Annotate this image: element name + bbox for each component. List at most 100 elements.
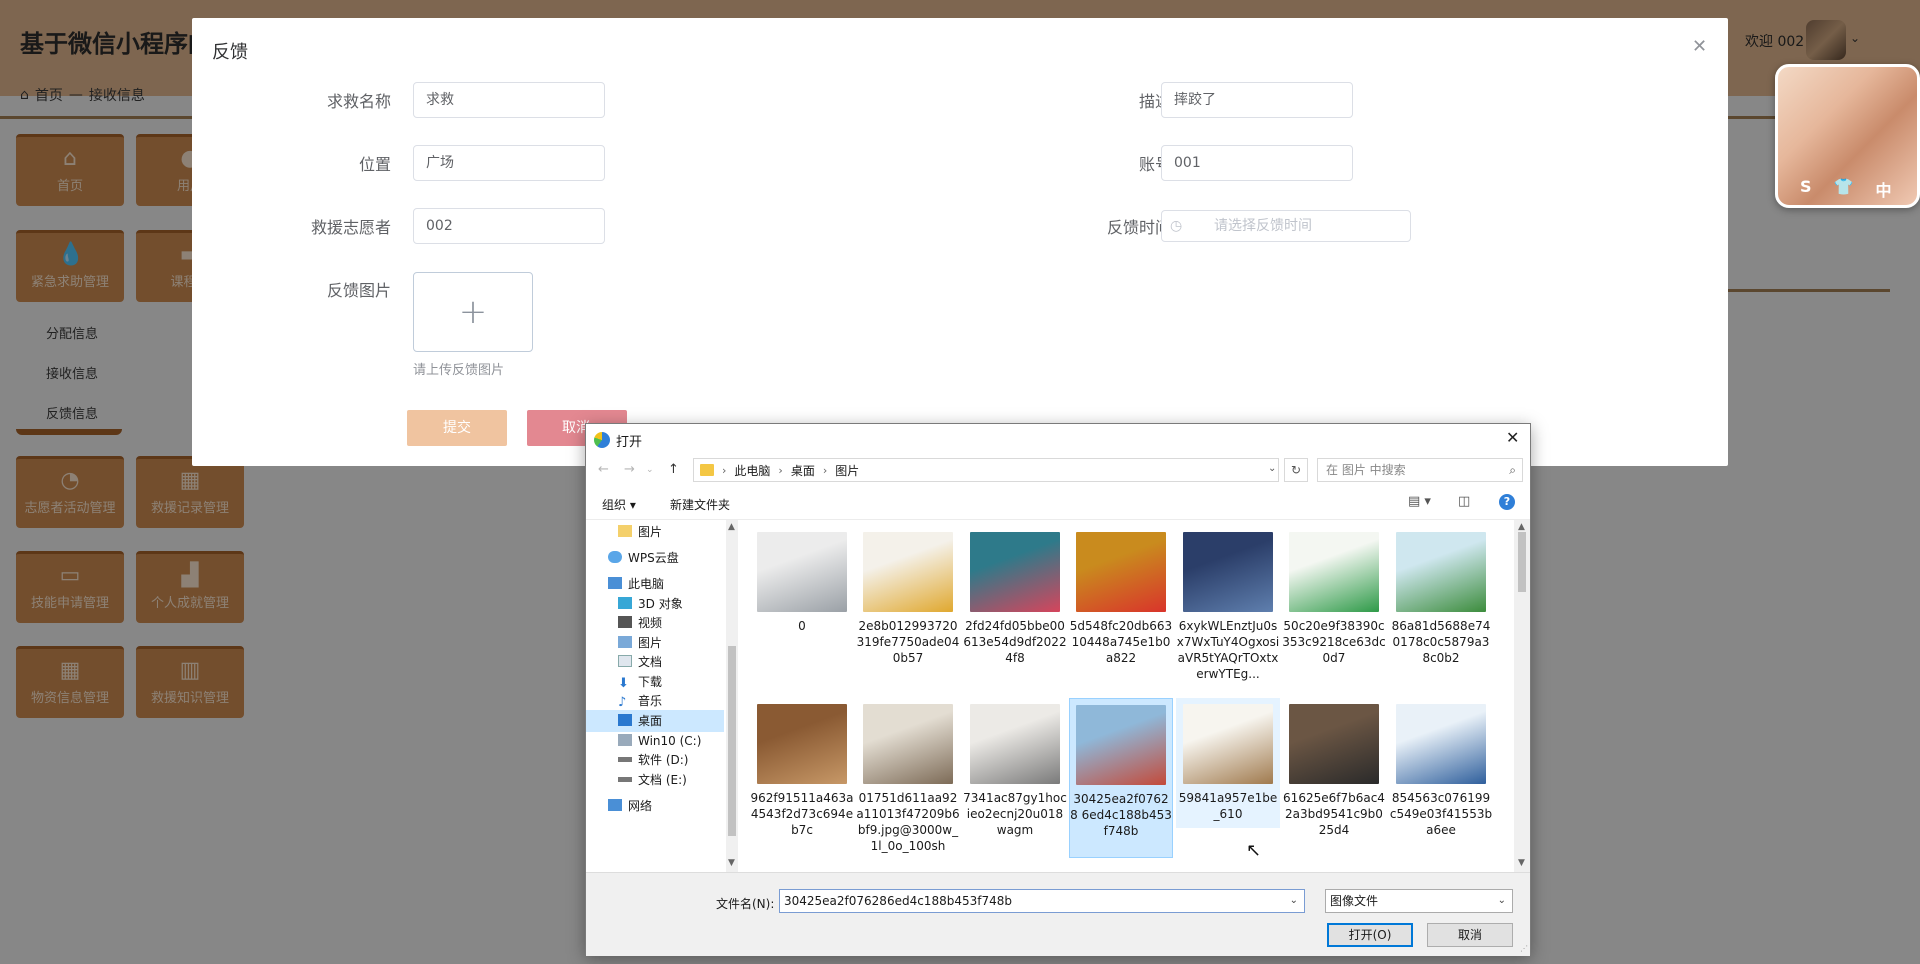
document-icon bbox=[618, 655, 632, 667]
drive-icon bbox=[618, 757, 632, 762]
download-icon: ⬇ bbox=[618, 676, 629, 691]
description-input[interactable]: 摔跤了 bbox=[1161, 82, 1353, 118]
file-item[interactable]: 50c20e9f38390c353c9218ce63dc0d7 bbox=[1282, 526, 1386, 686]
account-label: 账号 bbox=[1138, 155, 1171, 174]
file-name: 59841a957e1be_610 bbox=[1178, 791, 1278, 821]
nav-item-drive-e[interactable]: 文档 (E:) bbox=[586, 769, 724, 791]
up-arrow-icon[interactable]: ↑ bbox=[668, 462, 679, 477]
pc-icon bbox=[608, 577, 622, 589]
cloud-icon bbox=[608, 551, 622, 563]
file-thumbnail bbox=[1396, 704, 1486, 784]
file-dialog-title: 打开 bbox=[616, 435, 643, 450]
file-dialog-footer: 文件名(N): 30425ea2f076286ed4c188b453f748b … bbox=[586, 872, 1530, 956]
nav-item-label: 图片 bbox=[638, 525, 663, 539]
new-folder-button[interactable]: 新建文件夹 bbox=[670, 496, 730, 513]
open-button[interactable]: 打开(O) bbox=[1327, 923, 1413, 947]
chevron-down-icon[interactable]: ⌄ bbox=[1290, 890, 1298, 912]
nav-item-network[interactable]: 网络 bbox=[586, 795, 724, 817]
nav-item-desktop[interactable]: 桌面 bbox=[586, 710, 724, 732]
dialog-title: 反馈 bbox=[212, 42, 248, 63]
submit-button[interactable]: 提交 bbox=[407, 410, 507, 446]
file-thumbnail bbox=[1396, 532, 1486, 612]
nav-item-this-pc[interactable]: 此电脑 bbox=[586, 573, 724, 595]
music-icon: ♪ bbox=[618, 695, 627, 710]
scroll-down-icon[interactable]: ▼ bbox=[1518, 858, 1525, 868]
recent-locations-icon[interactable]: ⌄ bbox=[646, 465, 654, 475]
file-name: 86a81d5688e740178c0c5879a38c0b2 bbox=[1391, 619, 1491, 665]
nav-item-pictures-quick[interactable]: 图片 bbox=[586, 521, 724, 543]
scroll-up-icon[interactable]: ▲ bbox=[1518, 522, 1525, 532]
nav-item-label: 文档 (E:) bbox=[638, 773, 687, 787]
nav-item-documents[interactable]: 文档 bbox=[586, 651, 724, 673]
nav-item-music[interactable]: ♪ 音乐 bbox=[586, 690, 724, 712]
refresh-icon[interactable]: ↻ bbox=[1284, 458, 1308, 482]
navigation-pane: 图片 WPS云盘 此电脑 3D 对象 视频 图片 文档 ⬇ 下载 ♪ 音乐 桌面 W… bbox=[586, 520, 726, 872]
back-arrow-icon[interactable]: ← bbox=[598, 462, 609, 477]
file-item[interactable]: 854563c076199c549e03f41553ba6ee bbox=[1389, 698, 1493, 858]
file-item[interactable]: 86a81d5688e740178c0c5879a38c0b2 bbox=[1389, 526, 1493, 686]
nav-item-wps-cloud[interactable]: WPS云盘 bbox=[586, 547, 724, 569]
path-segment[interactable]: 图片 bbox=[835, 462, 859, 479]
file-item[interactable]: 0 bbox=[750, 526, 854, 686]
volunteer-input[interactable]: 002 bbox=[413, 208, 605, 244]
chevron-down-icon[interactable]: ⌄ bbox=[1268, 463, 1276, 474]
folder-icon bbox=[700, 464, 714, 476]
close-icon[interactable]: ✕ bbox=[1692, 36, 1707, 57]
picture-icon bbox=[618, 636, 632, 648]
file-item-selected[interactable]: 30425ea2f07628 6ed4c188b453f748b bbox=[1069, 698, 1173, 858]
search-input[interactable]: 在 图片 中搜索 ⌕ bbox=[1317, 458, 1523, 482]
nav-item-label: Win10 (C:) bbox=[638, 734, 702, 748]
nav-item-videos[interactable]: 视频 bbox=[586, 612, 724, 634]
resize-grip-icon[interactable]: ⋰ bbox=[1520, 944, 1528, 953]
nav-item-drive-d[interactable]: 软件 (D:) bbox=[586, 749, 724, 771]
nav-pane-scrollbar[interactable]: ▲ ▼ bbox=[726, 520, 738, 872]
path-segment[interactable]: 桌面 bbox=[791, 462, 815, 479]
path-segment[interactable]: 此电脑 bbox=[734, 462, 770, 479]
file-name: 5d548fc20db66310448a745e1b0a822 bbox=[1069, 619, 1173, 665]
scrollbar-thumb[interactable] bbox=[728, 646, 736, 836]
floating-avatar-image[interactable]: S 👕 中 bbox=[1775, 64, 1920, 208]
view-options-icon[interactable]: ▤ ▾ bbox=[1408, 494, 1431, 509]
help-icon[interactable]: ? bbox=[1499, 494, 1515, 510]
file-item[interactable]: 5d548fc20db66310448a745e1b0a822 bbox=[1069, 526, 1173, 686]
file-item[interactable]: 7341ac87gy1hocieo2ecnj20u018wagm bbox=[963, 698, 1067, 858]
image-upload-button[interactable]: + bbox=[413, 272, 533, 352]
file-item[interactable]: 59841a957e1be_610 bbox=[1176, 698, 1280, 828]
feedback-dialog: 反馈 ✕ 求救名称 求救 描述 摔跤了 位置 广场 账号 001 救援志愿者 0… bbox=[192, 18, 1728, 466]
location-input[interactable]: 广场 bbox=[413, 145, 605, 181]
file-item[interactable]: 01751d611aa92a11013f47209b6bf9.jpg@3000w… bbox=[856, 698, 960, 858]
file-open-dialog: 打开 ✕ ← → ⌄ ↑ › 此电脑 › 桌面 › 图片 ⌄ ↻ 在 图片 中搜… bbox=[585, 423, 1531, 956]
file-dialog-titlebar[interactable]: 打开 ✕ bbox=[586, 424, 1530, 454]
scrollbar-thumb[interactable] bbox=[1518, 532, 1526, 592]
upload-tip: 请上传反馈图片 bbox=[413, 363, 505, 378]
s-icon: S bbox=[1800, 177, 1812, 196]
file-list-scrollbar[interactable]: ▲ ▼ bbox=[1514, 520, 1530, 872]
scroll-up-icon[interactable]: ▲ bbox=[728, 522, 735, 532]
account-input[interactable]: 001 bbox=[1161, 145, 1353, 181]
scroll-down-icon[interactable]: ▼ bbox=[728, 858, 735, 868]
file-item[interactable]: 2fd24fd05bbe00613e54d9df20224f8 bbox=[963, 526, 1067, 686]
search-placeholder: 在 图片 中搜索 bbox=[1326, 463, 1406, 477]
feedback-time-picker[interactable]: ◷ 请选择反馈时间 bbox=[1161, 210, 1411, 242]
address-bar[interactable]: › 此电脑 › 桌面 › 图片 bbox=[693, 458, 1279, 482]
feedback-time-label: 反馈时间 bbox=[1106, 218, 1171, 237]
close-icon[interactable]: ✕ bbox=[1506, 428, 1519, 447]
filetype-select[interactable]: 图像文件 ⌄ bbox=[1325, 889, 1513, 913]
file-thumbnail bbox=[1076, 705, 1166, 785]
rescue-name-input[interactable]: 求救 bbox=[413, 82, 605, 118]
forward-arrow-icon[interactable]: → bbox=[624, 462, 635, 477]
preview-pane-icon[interactable]: ◫ bbox=[1458, 494, 1470, 509]
filename-input[interactable]: 30425ea2f076286ed4c188b453f748b ⌄ bbox=[779, 889, 1305, 913]
file-name: 6xykWLEnztJu0sx7WxTuY4OgxosiaVR5tYAQrTOx… bbox=[1176, 619, 1280, 681]
file-item[interactable]: 6xykWLEnztJu0sx7WxTuY4OgxosiaVR5tYAQrTOx… bbox=[1176, 526, 1280, 686]
file-item[interactable]: 962f91511a463a4543f2d73c694eb7c bbox=[750, 698, 854, 858]
organize-button[interactable]: 组织 ▾ bbox=[602, 496, 636, 513]
desktop-icon bbox=[618, 714, 632, 726]
mouse-cursor-icon: ↖ bbox=[1246, 840, 1262, 861]
cancel-button[interactable]: 取消 bbox=[1427, 923, 1513, 947]
feedback-time-placeholder: 请选择反馈时间 bbox=[1214, 218, 1312, 234]
file-thumbnail bbox=[1076, 532, 1166, 612]
file-item[interactable]: 2e8b012993720319fe7750ade040b57 bbox=[856, 526, 960, 686]
file-item[interactable]: 61625e6f7b6ac42a3bd9541c9b025d4 bbox=[1282, 698, 1386, 858]
file-name: 50c20e9f38390c353c9218ce63dc0d7 bbox=[1282, 619, 1386, 665]
